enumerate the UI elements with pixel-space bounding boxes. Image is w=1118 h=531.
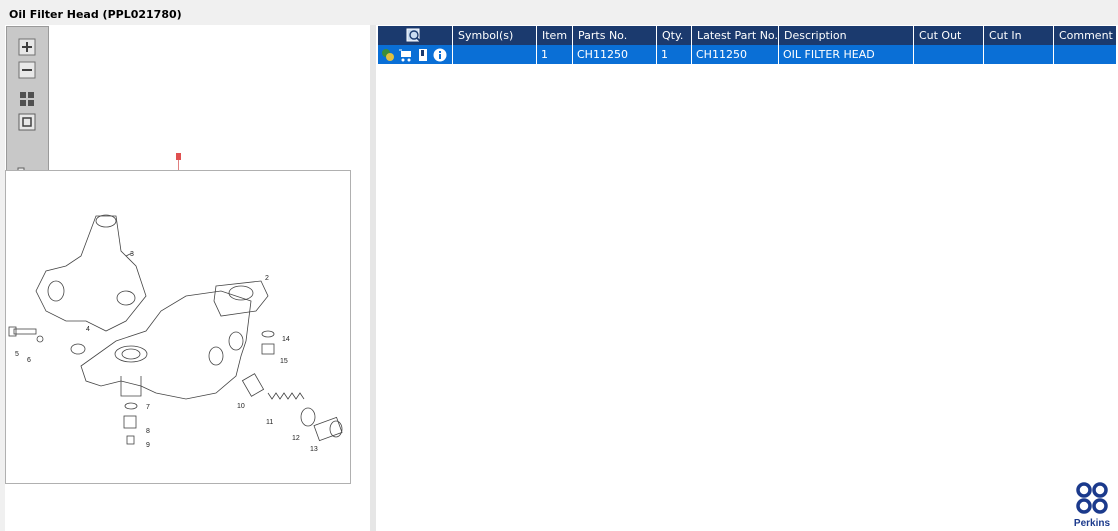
fit-all-button[interactable] bbox=[17, 89, 37, 109]
header-symbols[interactable]: Symbol(s) bbox=[452, 26, 537, 45]
callout-labels: 3 2 4 5 6 7 8 9 10 11 12 13 14 15 bbox=[15, 251, 318, 453]
actual-size-icon bbox=[18, 113, 36, 131]
callout-7[interactable]: 7 bbox=[146, 404, 150, 411]
actual-size-button[interactable] bbox=[17, 112, 37, 132]
header-parts-no[interactable]: Parts No. bbox=[572, 26, 657, 45]
parts-table: Symbol(s) Item Parts No. Qty. Latest Par… bbox=[378, 26, 1117, 64]
table-header-row: Symbol(s) Item Parts No. Qty. Latest Par… bbox=[378, 26, 1117, 45]
search-parts-icon[interactable] bbox=[406, 28, 424, 44]
header-item[interactable]: Item bbox=[536, 26, 573, 45]
cell-qty: 1 bbox=[656, 45, 692, 64]
callout-12[interactable]: 12 bbox=[292, 435, 300, 442]
zoom-out-button[interactable] bbox=[17, 60, 37, 80]
callout-10[interactable]: 10 bbox=[237, 403, 245, 410]
callout-6[interactable]: 6 bbox=[27, 357, 31, 364]
zoom-in-button[interactable] bbox=[17, 37, 37, 57]
callout-3[interactable]: 3 bbox=[130, 251, 134, 258]
header-latest-part-no[interactable]: Latest Part No. bbox=[691, 26, 779, 45]
callout-4[interactable]: 4 bbox=[86, 326, 90, 333]
header-description[interactable]: Description bbox=[778, 26, 914, 45]
page-title: Oil Filter Head (PPL021780) bbox=[9, 8, 182, 21]
cell-symbols bbox=[452, 45, 537, 64]
callout-14[interactable]: 14 bbox=[282, 336, 290, 343]
header-comment[interactable]: Comment bbox=[1053, 26, 1117, 45]
info-icon[interactable] bbox=[433, 48, 447, 62]
table-row[interactable]: 1 CH11250 1 CH11250 OIL FILTER HEAD bbox=[378, 45, 1117, 64]
row-action-icons bbox=[378, 45, 453, 64]
zoom-out-icon bbox=[18, 61, 36, 79]
perkins-logo: Perkins bbox=[1072, 482, 1112, 529]
cell-comment bbox=[1053, 45, 1117, 64]
callout-2[interactable]: 2 bbox=[265, 275, 269, 282]
part-location-icon[interactable] bbox=[381, 48, 395, 62]
callout-13[interactable]: 13 bbox=[310, 446, 318, 453]
cell-cut-out bbox=[913, 45, 984, 64]
cell-cut-in bbox=[983, 45, 1054, 64]
header-actions[interactable] bbox=[378, 26, 453, 45]
callout-15[interactable]: 15 bbox=[280, 358, 288, 365]
fit-all-icon bbox=[20, 92, 34, 106]
hotspot-leader bbox=[178, 160, 179, 170]
parts-list-panel: Symbol(s) Item Parts No. Qty. Latest Par… bbox=[376, 25, 1118, 531]
cell-item: 1 bbox=[536, 45, 573, 64]
cell-latest-part-no: CH11250 bbox=[691, 45, 779, 64]
cell-description: OIL FILTER HEAD bbox=[778, 45, 914, 64]
header-cut-out[interactable]: Cut Out bbox=[913, 26, 984, 45]
header-cut-in[interactable]: Cut In bbox=[983, 26, 1054, 45]
brand-name: Perkins bbox=[1073, 518, 1111, 529]
shopping-cart-icon[interactable] bbox=[399, 48, 413, 62]
bookmark-icon[interactable] bbox=[417, 48, 429, 62]
oil-filter-head-diagram: 3 2 4 5 6 7 8 9 10 11 12 13 14 15 bbox=[8, 214, 343, 453]
exploded-drawing[interactable]: 3 2 4 5 6 7 8 9 10 11 12 13 14 15 bbox=[5, 170, 351, 484]
callout-9[interactable]: 9 bbox=[146, 442, 150, 449]
callout-5[interactable]: 5 bbox=[15, 351, 19, 358]
callout-8[interactable]: 8 bbox=[146, 428, 150, 435]
hotspot-marker[interactable] bbox=[176, 153, 181, 160]
perkins-logo-icon bbox=[1076, 482, 1108, 514]
drawing-panel[interactable]: 3 2 4 5 6 7 8 9 10 11 12 13 14 15 bbox=[5, 25, 370, 531]
cell-parts-no: CH11250 bbox=[572, 45, 657, 64]
header-qty[interactable]: Qty. bbox=[656, 26, 692, 45]
callout-11[interactable]: 11 bbox=[266, 419, 273, 426]
zoom-in-icon bbox=[18, 38, 36, 56]
